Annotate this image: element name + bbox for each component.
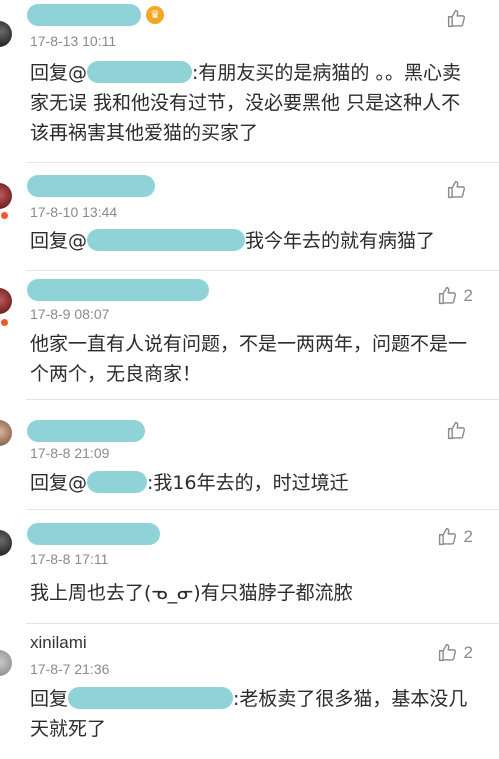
avatar-badge-icon (0, 211, 9, 220)
like-button[interactable] (446, 420, 473, 441)
like-button[interactable] (446, 179, 473, 200)
comment-item: 17-8-10 13:44 回复@ 我今年去的就有病猫了 (0, 163, 499, 268)
vip-badge-icon: ♛ (146, 6, 164, 24)
username[interactable]: xinilami (30, 633, 87, 653)
avatar[interactable] (0, 530, 12, 556)
comment-text: 我上周也去了(ᓀ_ᓂ)有只猫脖子都流脓 (30, 578, 475, 608)
username-redacted[interactable] (27, 523, 160, 545)
avatar[interactable] (0, 420, 12, 446)
reply-target-redacted[interactable] (87, 61, 193, 83)
comment-body: 我今年去的就有病猫了 (245, 230, 436, 252)
comment-body: 我上周也去了(ᓀ_ᓂ)有只猫脖子都流脓 (30, 582, 353, 604)
thumbs-up-icon (447, 180, 466, 199)
reply-prefix: 回复@ (30, 230, 88, 252)
thumbs-up-icon (438, 527, 456, 546)
comment-time: 17-8-13 10:11 (30, 33, 117, 49)
comment-text: 他家一直有人说有问题，不是一两两年，问题不是一个两个，无良商家！ (30, 329, 475, 389)
avatar-badge-icon (0, 318, 9, 327)
comment-text: 回复@:有朋友买的是病猫的 。。黑心卖家无误 我和他没有过节，没必要黑他 只是这… (30, 58, 475, 148)
reply-prefix: 回复@ (30, 472, 88, 494)
comment-body: :我16年去的，时过境迁 (147, 472, 349, 494)
like-button[interactable]: 2 (437, 285, 473, 306)
comment-item: ♛ 17-8-13 10:11 回复@:有朋友买的是病猫的 。。黑心卖家无误 我… (0, 0, 499, 160)
comment-item: 17-8-8 21:09 回复@ :我16年去的，时过境迁 (0, 400, 499, 508)
like-button[interactable] (446, 8, 473, 29)
comment-time: 17-8-10 13:44 (30, 204, 118, 220)
comment-body: 他家一直有人说有问题，不是一两两年，问题不是一个两个，无良商家！ (30, 333, 468, 385)
comment-item: xinilami 17-8-7 21:36 2 回复:老板卖了很多猫，基本没几天… (0, 624, 499, 759)
comment-text: 回复@ 我今年去的就有病猫了 (30, 226, 475, 256)
comment-time: 17-8-7 21:36 (30, 661, 110, 677)
like-count: 2 (463, 285, 473, 305)
comment-item: 17-8-8 17:11 2 我上周也去了(ᓀ_ᓂ)有只猫脖子都流脓 (0, 510, 499, 623)
thumbs-up-icon (447, 421, 466, 440)
comment-text: 回复@ :我16年去的，时过境迁 (30, 468, 475, 498)
username-redacted[interactable] (27, 175, 155, 197)
thumbs-up-icon (447, 9, 466, 28)
avatar[interactable] (0, 183, 12, 209)
comment-item: 17-8-9 08:07 2 他家一直有人说有问题，不是一两两年，问题不是一个两… (0, 271, 499, 399)
like-button[interactable]: 2 (437, 642, 473, 663)
like-count: 2 (463, 642, 473, 662)
reply-prefix: 回复 (30, 688, 69, 710)
reply-prefix: 回复@ (30, 62, 88, 84)
username-redacted[interactable] (27, 4, 141, 26)
username-redacted[interactable] (27, 279, 209, 301)
like-count: 2 (463, 526, 473, 546)
avatar[interactable] (0, 650, 12, 676)
like-button[interactable]: 2 (437, 526, 473, 547)
avatar[interactable] (0, 21, 12, 47)
thumbs-up-icon (438, 286, 456, 305)
comment-time: 17-8-8 17:11 (30, 551, 109, 567)
avatar[interactable] (0, 288, 12, 314)
comment-time: 17-8-9 08:07 (30, 306, 110, 322)
comment-text: 回复:老板卖了很多猫，基本没几天就死了 (30, 684, 475, 744)
comment-time: 17-8-8 21:09 (30, 445, 110, 461)
reply-target-redacted[interactable] (87, 471, 148, 493)
username-redacted[interactable] (27, 420, 145, 442)
reply-target-redacted[interactable] (68, 687, 234, 709)
thumbs-up-icon (438, 643, 456, 662)
reply-target-redacted[interactable] (87, 229, 246, 251)
